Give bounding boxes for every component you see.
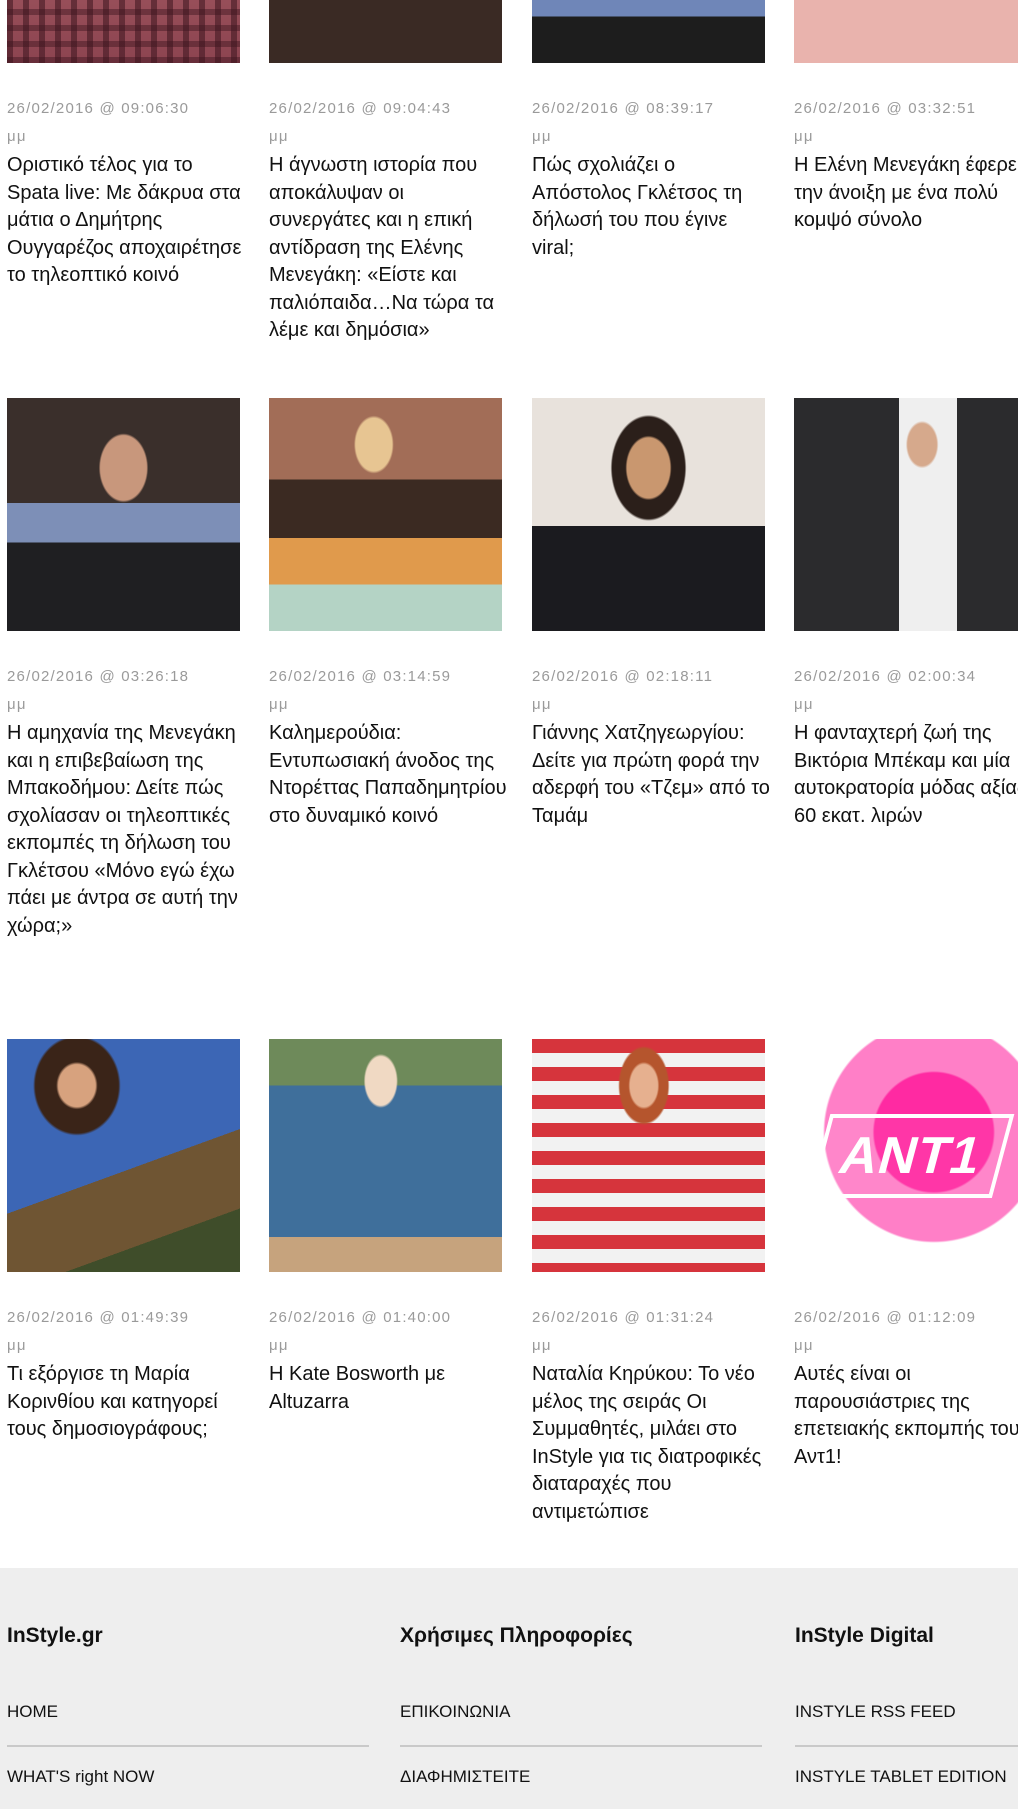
article-card[interactable]: 26/02/2016 @ 09:06:30 μμ Οριστικό τέλος … — [7, 0, 241, 286]
article-thumbnail[interactable] — [532, 0, 765, 63]
site-footer: InStyle.gr HOME WHAT'S right NOW Χρήσιμε… — [0, 1568, 1018, 1809]
footer-heading: InStyle Digital — [795, 1624, 934, 1647]
article-title-link[interactable]: Αυτές είναι οι παρουσιάστριες της επετει… — [794, 1361, 1018, 1471]
article-date: 26/02/2016 @ 03:26:18 — [7, 668, 190, 685]
footer-heading: Χρήσιμες Πληροφορίες — [400, 1624, 633, 1647]
article-thumbnail[interactable] — [794, 0, 1018, 63]
article-thumbnail[interactable] — [269, 1039, 502, 1272]
article-date: 26/02/2016 @ 03:14:59 — [269, 668, 452, 685]
article-card[interactable]: 26/02/2016 @ 02:00:34 μμ Η φανταχτερή ζω… — [794, 398, 1018, 827]
article-ampm: μμ — [532, 1337, 552, 1354]
article-title-link[interactable]: Οριστικό τέλος για το Spata live: Με δάκ… — [7, 152, 247, 290]
article-title-link[interactable]: Καλημερούδια: Εντυπωσιακή άνοδος της Ντο… — [269, 720, 509, 830]
article-ampm: μμ — [532, 128, 552, 145]
article-card[interactable]: 26/02/2016 @ 08:39:17 μμ Πώς σχολιάζει ο… — [532, 0, 765, 259]
footer-link-home[interactable]: HOME — [7, 1702, 58, 1722]
article-thumbnail[interactable] — [7, 1039, 240, 1272]
footer-divider — [795, 1745, 1018, 1747]
article-ampm: μμ — [794, 128, 814, 145]
footer-link-tablet-edition[interactable]: INSTYLE TABLET EDITION — [795, 1767, 1007, 1787]
article-title-link[interactable]: Τι εξόργισε τη Μαρία Κορινθίου και κατηγ… — [7, 1361, 247, 1444]
article-title-link[interactable]: Πώς σχολιάζει ο Απόστολος Γκλέτσος τη δή… — [532, 152, 772, 262]
footer-heading: InStyle.gr — [7, 1624, 103, 1647]
article-title-link[interactable]: Η αμηχανία της Μενεγάκη και η επιβεβαίωσ… — [7, 720, 247, 940]
article-feed-page: 26/02/2016 @ 09:06:30 μμ Οριστικό τέλος … — [0, 0, 1018, 1809]
article-thumbnail[interactable] — [532, 1039, 765, 1272]
article-thumbnail[interactable] — [794, 398, 1018, 631]
article-ampm: μμ — [7, 128, 27, 145]
article-ampm: μμ — [7, 696, 27, 713]
article-card[interactable]: 26/02/2016 @ 01:40:00 μμ Η Kate Bosworth… — [269, 1039, 502, 1413]
article-thumbnail[interactable] — [7, 0, 240, 63]
footer-link-contact[interactable]: ΕΠΙΚΟΙΝΩΝΙΑ — [400, 1702, 510, 1722]
article-ampm: μμ — [269, 128, 289, 145]
article-title-link[interactable]: Η Kate Bosworth με Altuzarra — [269, 1361, 509, 1416]
article-ampm: μμ — [269, 1337, 289, 1354]
article-ampm: μμ — [794, 696, 814, 713]
article-date: 26/02/2016 @ 09:06:30 — [7, 100, 190, 117]
article-title-link[interactable]: Γιάννης Χατζηγεωργίου: Δείτε για πρώτη φ… — [532, 720, 772, 830]
article-thumbnail[interactable] — [269, 0, 502, 63]
article-ampm: μμ — [269, 696, 289, 713]
article-thumbnail[interactable] — [532, 398, 765, 631]
article-card[interactable]: 26/02/2016 @ 03:14:59 μμ Καλημερούδια: Ε… — [269, 398, 507, 827]
article-thumbnail[interactable] — [7, 398, 240, 631]
article-date: 26/02/2016 @ 08:39:17 — [532, 100, 715, 117]
article-card[interactable]: 26/02/2016 @ 02:18:11 μμ Γιάννης Χατζηγε… — [532, 398, 770, 827]
article-date: 26/02/2016 @ 09:04:43 — [269, 100, 452, 117]
article-card[interactable]: 26/02/2016 @ 09:04:43 μμ Η άγνωστη ιστορ… — [269, 0, 502, 341]
footer-link-rss-feed[interactable]: INSTYLE RSS FEED — [795, 1702, 956, 1722]
article-thumbnail[interactable]: ANT1 — [794, 1039, 1018, 1272]
article-date: 26/02/2016 @ 01:31:24 — [532, 1309, 715, 1326]
article-date: 26/02/2016 @ 02:00:34 — [794, 668, 977, 685]
article-card[interactable]: 26/02/2016 @ 01:31:24 μμ Ναταλία Κηρύκου… — [532, 1039, 765, 1523]
article-date: 26/02/2016 @ 01:49:39 — [7, 1309, 190, 1326]
article-card[interactable]: 26/02/2016 @ 01:49:39 μμ Τι εξόργισε τη … — [7, 1039, 240, 1440]
article-ampm: μμ — [794, 1337, 814, 1354]
article-date: 26/02/2016 @ 01:12:09 — [794, 1309, 977, 1326]
article-card[interactable]: ANT1 26/02/2016 @ 01:12:09 μμ Αυτές είνα… — [794, 1039, 1018, 1468]
footer-link-advertise[interactable]: ΔΙΑΦΗΜΙΣΤΕΙΤΕ — [400, 1767, 530, 1787]
ant1-logo: ANT1 — [807, 1113, 1014, 1198]
article-card[interactable]: 26/02/2016 @ 03:26:18 μμ Η αμηχανία της … — [7, 398, 240, 937]
article-card[interactable]: 26/02/2016 @ 03:32:51 μμ Η Ελένη Μενεγάκ… — [794, 0, 1018, 231]
article-title-link[interactable]: Η άγνωστη ιστορία που αποκάλυψαν οι συνε… — [269, 152, 509, 345]
footer-link-whats-right-now[interactable]: WHAT'S right NOW — [7, 1767, 154, 1787]
article-ampm: μμ — [7, 1337, 27, 1354]
article-date: 26/02/2016 @ 01:40:00 — [269, 1309, 452, 1326]
article-date: 26/02/2016 @ 03:32:51 — [794, 100, 977, 117]
article-title-link[interactable]: Η φανταχτερή ζωή της Βικτόρια Μπέκαμ και… — [794, 720, 1018, 830]
article-thumbnail[interactable] — [269, 398, 502, 631]
footer-divider — [7, 1745, 369, 1747]
article-date: 26/02/2016 @ 02:18:11 — [532, 668, 714, 685]
article-ampm: μμ — [532, 696, 552, 713]
footer-divider — [400, 1745, 762, 1747]
article-title-link[interactable]: Ναταλία Κηρύκου: Το νέο μέλος της σειράς… — [532, 1361, 772, 1526]
article-title-link[interactable]: Η Ελένη Μενεγάκη έφερε την άνοιξη με ένα… — [794, 152, 1018, 235]
